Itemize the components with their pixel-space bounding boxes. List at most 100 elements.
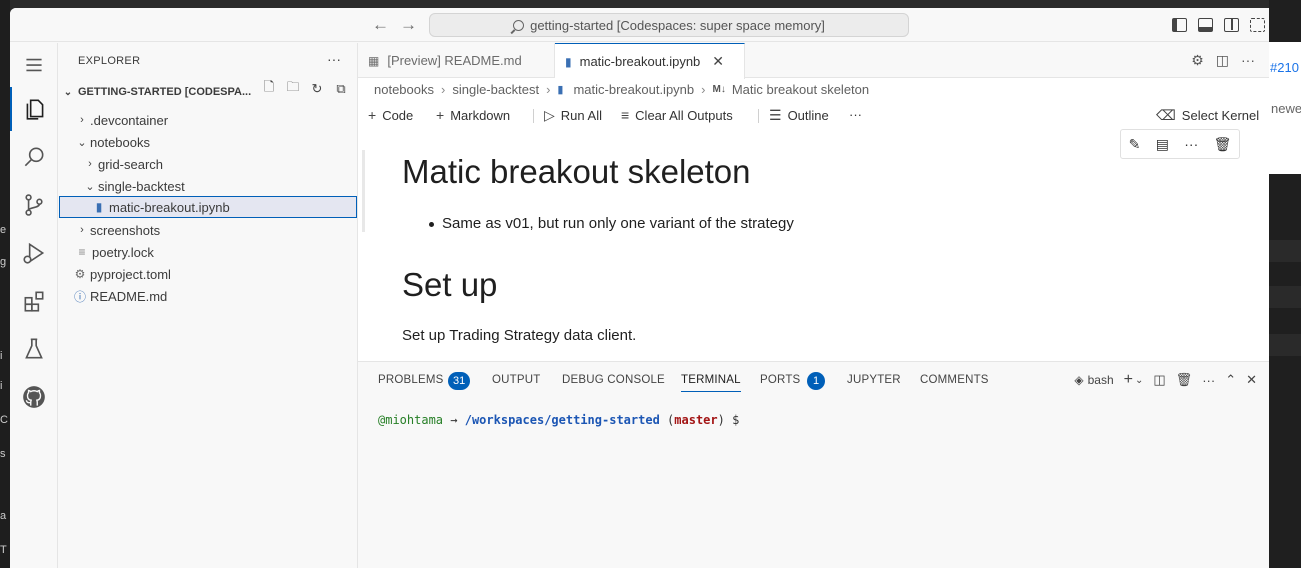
terminal-prompt-symbol: $ (732, 413, 740, 427)
play-icon: ▷ (544, 107, 555, 123)
outline-button[interactable]: ☰ Outline (769, 107, 829, 124)
pencil-icon[interactable]: ✎ (1129, 136, 1141, 153)
menu-icon[interactable] (10, 43, 58, 87)
run-all-button[interactable]: ▷ Run All (544, 107, 602, 124)
tree-item-label: grid-search (98, 156, 164, 172)
testing-icon[interactable] (10, 327, 58, 371)
customize-layout-icon[interactable] (1250, 18, 1265, 32)
list-icon: ☰ (769, 107, 782, 123)
more-actions-icon[interactable]: ··· (1241, 52, 1255, 69)
workspace-actions: 🗋 🗀 ↻ ⧉ (261, 79, 349, 97)
chevron-down-icon[interactable]: ⌄ (1135, 375, 1143, 386)
chevron-right-icon: › (80, 114, 84, 126)
kernel-icon: ⌫ (1156, 107, 1176, 123)
clear-all-outputs-button[interactable]: ≡ Clear All Outputs (621, 107, 733, 123)
command-center-label: getting-started [Codespaces: super space… (530, 17, 825, 33)
tab-problems[interactable]: PROBLEMS (378, 374, 444, 386)
tree-item-matic-breakout[interactable]: ▮ matic-breakout.ipynb (59, 196, 357, 218)
breadcrumb-item[interactable]: matic-breakout.ipynb (573, 82, 694, 97)
tree-item-readme[interactable]: ⓘ README.md (58, 285, 358, 307)
tree-item-screenshots[interactable]: › screenshots (58, 219, 358, 241)
run-debug-icon[interactable] (10, 231, 58, 275)
tab-readme-preview[interactable]: ▦ [Preview] README.md (358, 43, 555, 78)
add-markdown-cell-button[interactable]: + Markdown (436, 107, 510, 123)
refresh-icon[interactable]: ↻ (309, 81, 325, 97)
maximize-panel-icon[interactable]: ⌃ (1225, 372, 1236, 388)
search-icon[interactable] (10, 135, 58, 179)
tab-label: [Preview] README.md (387, 53, 522, 68)
markdown-paragraph: Set up Trading Strategy data client. (402, 327, 637, 344)
select-kernel-button[interactable]: ⌫ Select Kernel (1156, 107, 1259, 124)
arrow-left-icon[interactable]: ← (372, 15, 389, 35)
terminal-path: /workspaces/getting-started (464, 413, 660, 427)
more-actions-button[interactable]: ··· (849, 107, 862, 122)
markdown-list-item: Same as v01, but run only one variant of… (429, 215, 794, 232)
terminal-shell-label[interactable]: bash (1088, 373, 1114, 387)
tab-ports[interactable]: PORTS (760, 374, 800, 386)
bg-band (1269, 334, 1301, 356)
collapse-all-icon[interactable]: ⧉ (333, 81, 349, 97)
source-control-icon[interactable] (10, 183, 58, 227)
editor-actions: ⚙ ◫ ··· (1191, 52, 1255, 69)
tab-terminal[interactable]: TERMINAL (681, 374, 741, 392)
github-icon[interactable] (10, 375, 58, 419)
new-file-icon[interactable]: 🗋 (261, 79, 277, 97)
editor-tabs: ▦ [Preview] README.md ▮ matic-breakout.i… (358, 43, 1269, 79)
notebook-file-icon: ▮ (565, 54, 572, 69)
close-icon[interactable]: ✕ (712, 53, 724, 70)
split-cell-icon[interactable]: ▤ (1156, 136, 1169, 153)
split-terminal-icon[interactable]: ◫ (1153, 372, 1165, 388)
bg-char: T (0, 544, 7, 556)
split-editor-icon[interactable]: ◫ (1216, 52, 1229, 69)
breadcrumb-item[interactable]: notebooks (374, 82, 434, 97)
more-actions-icon[interactable]: ··· (327, 51, 341, 67)
toggle-panel-icon[interactable] (1198, 18, 1213, 32)
close-icon[interactable]: ✕ (1246, 372, 1257, 388)
more-actions-icon[interactable]: ··· (1184, 136, 1198, 152)
terminal-prompt[interactable]: @miohtama → /workspaces/getting-started … (378, 413, 739, 427)
new-terminal-icon[interactable]: + (1124, 371, 1133, 389)
bg-band (1269, 286, 1301, 308)
title-bar: ← → getting-started [Codespaces: super s… (10, 8, 1269, 42)
trash-icon[interactable]: 🗑 (1214, 136, 1232, 153)
extensions-icon[interactable] (10, 279, 58, 323)
more-actions-icon[interactable]: ··· (1202, 373, 1215, 388)
tree-item-pyproject[interactable]: ⚙ pyproject.toml (58, 263, 358, 285)
tab-comments[interactable]: COMMENTS (920, 374, 989, 386)
terminal-arrow: → (450, 413, 458, 427)
vscode-window: ← → getting-started [Codespaces: super s… (10, 8, 1269, 568)
command-center[interactable]: getting-started [Codespaces: super space… (429, 13, 909, 37)
toolbar-label: Markdown (450, 107, 511, 123)
new-folder-icon[interactable]: 🗀 (285, 79, 301, 97)
tab-output[interactable]: OUTPUT (492, 374, 540, 386)
tab-matic-breakout[interactable]: ▮ matic-breakout.ipynb ✕ (555, 43, 745, 79)
plus-icon: + (436, 107, 445, 123)
tree-item-single-backtest[interactable]: ⌄ single-backtest (58, 175, 358, 197)
explorer-title: EXPLORER (78, 55, 141, 67)
search-icon (513, 19, 525, 31)
tree-item-devcontainer[interactable]: › .devcontainer (58, 109, 358, 131)
chevron-right-icon: › (701, 82, 706, 97)
toggle-secondary-sidebar-icon[interactable] (1224, 18, 1239, 32)
tree-item-grid-search[interactable]: › grid-search (58, 153, 358, 175)
add-code-cell-button[interactable]: + Code (368, 107, 413, 123)
bg-char: i (0, 380, 3, 392)
tree-item-poetry-lock[interactable]: ≡ poetry.lock (58, 241, 358, 263)
breadcrumb-item[interactable]: single-backtest (452, 82, 539, 97)
arrow-right-icon[interactable]: → (400, 15, 417, 35)
bottom-panel: PROBLEMS 31 OUTPUT DEBUG CONSOLE TERMINA… (358, 361, 1269, 568)
gear-icon[interactable]: ⚙ (1191, 52, 1204, 69)
tab-debug-console[interactable]: DEBUG CONSOLE (562, 374, 665, 386)
toggle-primary-sidebar-icon[interactable] (1172, 18, 1187, 32)
terminal-user: @miohtama (378, 413, 444, 427)
tree-item-label: single-backtest (98, 178, 185, 194)
trash-icon[interactable]: 🗑 (1176, 372, 1193, 388)
breadcrumb-item[interactable]: Matic breakout skeleton (732, 82, 869, 97)
bg-char: e (0, 224, 7, 236)
preview-icon: ▦ (368, 53, 380, 68)
explorer-icon[interactable] (10, 87, 58, 131)
tree-item-notebooks[interactable]: ⌄ notebooks (58, 131, 358, 153)
tab-jupyter[interactable]: JUPYTER (847, 374, 901, 386)
problems-count-badge: 31 (448, 372, 471, 390)
toolbar-label: ··· (849, 107, 862, 122)
